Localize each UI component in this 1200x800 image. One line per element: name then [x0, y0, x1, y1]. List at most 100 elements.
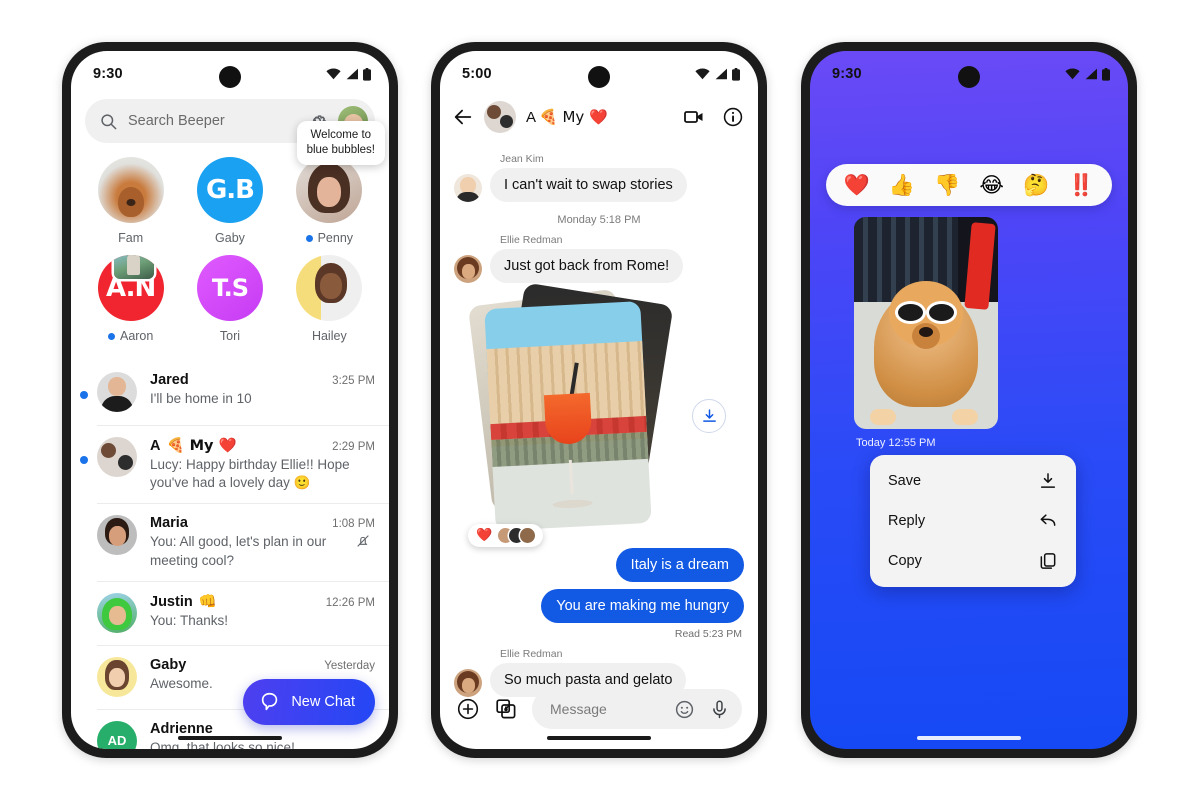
photo-dog-paw [952, 409, 978, 425]
plus-circle-icon[interactable] [456, 697, 480, 721]
justin-avatar [97, 592, 137, 633]
chat-list-row[interactable]: Jared 3:25 PM I'll be home in 10 [80, 361, 389, 425]
chat-preview: I'll be home in 10 [150, 391, 252, 406]
camera-punch-hole [958, 66, 980, 88]
message-bubble[interactable]: Italy is a dream [615, 548, 744, 582]
pinned-chat-label: Aaron [107, 329, 154, 343]
timestamp-time: 5:18 PM [599, 214, 641, 226]
pinned-chat-hailey[interactable]: Hailey [280, 255, 379, 353]
message-outgoing[interactable]: Italy is a dream [454, 548, 744, 582]
chat-name: Gaby [150, 656, 187, 673]
gallery-icon[interactable] [494, 697, 518, 721]
signal-icon [346, 68, 358, 80]
video-camera-icon[interactable] [682, 105, 706, 129]
conversation-title-text: A [526, 108, 537, 126]
emoji-smiley-icon[interactable] [674, 699, 695, 720]
reaction-chip[interactable]: ❤️ [468, 524, 544, 547]
message-incoming[interactable]: I can't wait to swap stories [454, 168, 744, 202]
status-icons [695, 67, 740, 81]
home-indicator [917, 736, 1021, 740]
reaction-laugh[interactable]: 😂 [979, 173, 1004, 197]
dog-with-sunglasses-photo[interactable] [854, 217, 998, 429]
chat-preview: You: Thanks! [150, 612, 229, 628]
chat-name: Adrienne [150, 720, 213, 737]
photo-red-chair [964, 222, 996, 310]
chat-preview-text: You: All good, let's plan in our meeting… [150, 534, 327, 568]
unread-dot [107, 332, 115, 340]
chat-list-row[interactable]: Justin 👊 12:26 PM You: Thanks! [97, 580, 389, 645]
pinned-chat-tori[interactable]: T.S Tori [180, 255, 279, 353]
photo-dog-sunglasses [898, 303, 954, 321]
conversation-title[interactable]: A 🍕 My ❤️ [526, 108, 608, 126]
message-incoming[interactable]: Just got back from Rome! [454, 249, 744, 283]
reaction-thumbs-down[interactable]: 👎 [934, 173, 960, 198]
info-circle-icon[interactable] [722, 106, 744, 128]
phone3-screen: 9:30 ❤️ 👍 👎 😂 🤔 ‼️ Today 12:55 PM Save R… [810, 51, 1128, 749]
pinned-chat-aaron[interactable]: A.N Aaron [81, 255, 180, 353]
conversation-title-emoji: 🍕 My ❤️ [539, 108, 608, 126]
conversation-avatar[interactable] [484, 101, 516, 133]
phone-device-conversation: 5:00 A 🍕 My ❤️ Jean Kim I can't wait to … [431, 42, 767, 758]
message-outgoing[interactable]: You are making me hungry [454, 589, 744, 623]
photo-dog-paw [870, 409, 896, 425]
timestamp-time: 12:55 PM [888, 437, 936, 449]
hailey-avatar [296, 255, 363, 321]
pinned-chats-grid: Fam G.B Gaby Welcome to blue bubbles! Pe… [71, 121, 389, 357]
message-bubble[interactable]: You are making me hungry [541, 589, 744, 623]
message-bubble[interactable]: I can't wait to swap stories [490, 168, 687, 202]
row-header: Maria 1:08 PM [150, 515, 375, 531]
chat-time: Yesterday [324, 659, 375, 672]
image-timestamp: Today 12:55 PM [856, 437, 936, 449]
context-menu-item-copy[interactable]: Copy [870, 541, 1076, 581]
photo-dog-nose [919, 327, 933, 338]
context-menu-item-save[interactable]: Save [870, 461, 1076, 501]
new-chat-button[interactable]: New Chat [243, 679, 375, 725]
photo-stack-attachment[interactable]: ❤️ [454, 282, 744, 547]
back-arrow-icon[interactable] [452, 106, 474, 128]
aaron-logo-avatar: A.N [97, 255, 164, 321]
chat-list-row[interactable]: A 🍕 My ❤️ 2:29 PM Lucy: Happy birthday E… [80, 425, 389, 503]
initials-avatar: AD [97, 720, 137, 749]
timestamp-day: Monday [557, 214, 597, 226]
search-input[interactable]: Search Beeper [128, 113, 296, 129]
pinned-chat-penny[interactable]: Welcome to blue bubbles! Penny [280, 121, 385, 255]
pinned-chat-label: Gaby [215, 231, 245, 245]
wifi-icon [695, 68, 710, 80]
status-icons [1065, 67, 1110, 81]
conversation-header: A 🍕 My ❤️ [440, 97, 758, 141]
row-content: Adrienne Omg, that looks so nice! [150, 721, 375, 749]
penny-avatar [296, 157, 363, 223]
jared-avatar [97, 372, 137, 412]
pinned-chat-gaby[interactable]: G.B Gaby [180, 157, 279, 255]
photo-front-spritz[interactable] [484, 301, 652, 531]
message-input-field[interactable]: Message [532, 689, 742, 729]
pinned-chat-fam[interactable]: Fam [81, 157, 180, 255]
message-input[interactable]: Message [550, 701, 660, 717]
reaction-exclamation[interactable]: ‼️ [1068, 173, 1094, 198]
pinned-chat-label: Hailey [311, 329, 347, 343]
reaction-thumbs-up[interactable]: 👍 [889, 173, 915, 198]
chat-list-row[interactable]: Maria 1:08 PM You: All good, let's plan … [97, 503, 389, 580]
screenshot-stage: 9:30 Search Beeper Fam G.B Gaby Welcome … [0, 0, 1200, 800]
download-button[interactable] [692, 399, 726, 433]
group-avatar [97, 437, 137, 477]
reaction-heart[interactable]: ❤️ [844, 173, 870, 198]
pinned-chat-label: Fam [118, 231, 144, 245]
dog-avatar [97, 157, 164, 223]
microphone-icon[interactable] [709, 699, 730, 720]
reactor-avatar [520, 528, 536, 543]
reactor-avatars [498, 528, 536, 543]
avatar-initials: T.S [211, 274, 249, 302]
message-composer: Message [440, 689, 758, 729]
pinned-chat-label: Penny [305, 231, 353, 245]
tooltip-line-2: blue bubbles! [306, 143, 375, 156]
message-bubble[interactable]: Just got back from Rome! [490, 249, 684, 283]
pinned-chat-name: Aaron [119, 329, 154, 343]
heart-reaction-emoji: ❤️ [476, 528, 493, 543]
context-menu-label: Copy [888, 553, 922, 569]
tori-logo-avatar: T.S [196, 255, 263, 321]
battery-icon [732, 67, 740, 81]
context-menu-item-reply[interactable]: Reply [870, 501, 1076, 541]
reaction-thinking[interactable]: 🤔 [1023, 173, 1049, 198]
unread-dot [80, 391, 88, 399]
